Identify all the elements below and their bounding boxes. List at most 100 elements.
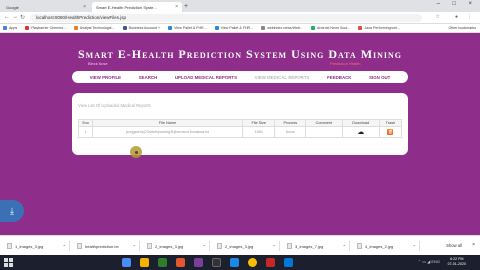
tab-google[interactable]: Google ×: [2, 2, 90, 12]
download-label: healthprediction.txt: [85, 243, 119, 249]
web-page: Smart E-Health Prediction System Using D…: [0, 33, 480, 235]
menu-item-view-profile[interactable]: VIEW PROFILE: [90, 75, 121, 80]
bookmark-label: Apps: [9, 26, 18, 30]
taskbar-app-icon[interactable]: [284, 258, 293, 267]
bookmark-icon: [3, 26, 7, 30]
address-bar: ← → ↻ localhost:8080/HealthPrediction/vi…: [0, 12, 480, 24]
bookmark-item[interactable]: View Pallet & FHR...: [214, 26, 254, 30]
download-label: 4_images_2.jpg: [365, 243, 394, 249]
url-field[interactable]: localhost:8080/HealthPrediction/viewFile…: [30, 14, 422, 22]
bookmark-label: View Pallet & FHR...: [220, 26, 254, 30]
menu-icon[interactable]: ⋮: [467, 14, 472, 20]
bookmark-icon: [311, 26, 316, 30]
download-item[interactable]: 4_images_2.jpg ⌃: [354, 241, 420, 251]
column-header: File Name: [92, 119, 243, 127]
back-icon[interactable]: ←: [4, 14, 10, 20]
bookmark-item[interactable]: Analyst Technologie...: [73, 26, 115, 30]
table-row: 1 jsmjgwe4zj234rbehjwukhg3hjhsmand bxuak…: [78, 126, 403, 138]
download-item[interactable]: 2_images_3.jpg ⌃: [214, 241, 280, 251]
chevron-up-icon[interactable]: ⌃: [343, 244, 346, 249]
bookmark-item[interactable]: View Pallet & FHR...: [168, 26, 207, 30]
download-label: 2_images_3.jpg: [155, 243, 184, 249]
new-tab-button[interactable]: +: [184, 2, 188, 11]
bookmark-item[interactable]: Android Neon Sout...: [311, 26, 350, 30]
minimize-icon[interactable]: –: [437, 1, 440, 7]
bookmark-label: webindex.news/Web...: [267, 26, 304, 30]
taskbar-app-icon[interactable]: [212, 258, 221, 267]
download-label: 3_images_7.jpg: [295, 243, 324, 249]
reload-icon[interactable]: ↻: [20, 14, 25, 21]
close-tab-icon[interactable]: ×: [83, 4, 86, 10]
forward-icon[interactable]: →: [12, 14, 18, 20]
menu-item-sign-out[interactable]: SIGN OUT: [369, 75, 390, 80]
chevron-up-icon[interactable]: ⌃: [273, 244, 276, 249]
bookmark-item[interactable]: webindex.news/Web...: [261, 26, 303, 30]
clock-date: 07-01-2020: [447, 262, 466, 266]
trash-icon[interactable]: 🗑: [387, 129, 394, 135]
system-clock[interactable]: 6:22 PM 07-01-2020: [448, 257, 466, 267]
mouse-cursor-highlight: [130, 146, 142, 158]
file-explorer-icon[interactable]: [140, 258, 149, 267]
column-header: Comment: [305, 119, 343, 127]
taskbar-app-icon[interactable]: [122, 258, 131, 267]
tab-label: Smart E-Health Prediction Syste...: [96, 4, 157, 10]
site-title: Smart E-Health Prediction System Using D…: [77, 47, 403, 61]
chevron-up-icon[interactable]: ⌃: [63, 244, 66, 249]
taskbar-app-icon[interactable]: [230, 258, 239, 267]
chevron-up-icon[interactable]: ⌃: [203, 244, 206, 249]
download-item[interactable]: 1_images_3.jpg ⌃: [4, 241, 70, 251]
windows-start-icon[interactable]: [4, 258, 13, 267]
column-header: File Size: [241, 119, 276, 127]
column-header: Process: [274, 119, 307, 127]
site-subtitle: Bleck 6use: [88, 61, 108, 66]
download-label: 1_images_3.jpg: [15, 243, 44, 249]
profile-icon[interactable]: ●: [455, 14, 458, 20]
windows-taskbar: ⌃ ▭ ◢ ENG 6:22 PM 07-01-2020: [0, 255, 480, 270]
bookmark-label: Business Account +: [128, 26, 161, 30]
pdf-icon[interactable]: [266, 258, 275, 267]
download-item[interactable]: healthprediction.txt ⌃: [74, 241, 140, 251]
menu-item-upload-medical-reports[interactable]: UPLOAD MEDICAL REPORTS: [175, 75, 237, 80]
bookmark-label: View Pallet & FHR...: [174, 26, 207, 30]
taskbar-app-icon[interactable]: [194, 258, 203, 267]
close-downloads-icon[interactable]: ×: [472, 242, 475, 248]
chevron-up-icon[interactable]: ⌃: [133, 244, 136, 249]
show-all-button[interactable]: Show all: [446, 243, 462, 248]
download-item[interactable]: 2_images_3.jpg ⌃: [144, 241, 210, 251]
star-icon[interactable]: ☆: [436, 14, 440, 20]
file-icon: [357, 243, 362, 249]
download-icon[interactable]: ⤓: [0, 200, 24, 222]
column-header: Sno: [78, 119, 93, 127]
taskbar-app-icon[interactable]: [176, 258, 185, 267]
file-icon: [217, 243, 222, 249]
menu-item-search[interactable]: SEARCH: [139, 75, 158, 80]
menu-item-feedback[interactable]: FEEDBACK: [327, 75, 351, 80]
bookmark-item[interactable]: Business Account +: [122, 26, 161, 30]
bookmarks-bar: Apps Playbarrier Chemist... Analyst Techno…: [0, 24, 480, 33]
bookmark-icon: [358, 26, 363, 30]
chevron-up-icon[interactable]: ⌃: [413, 244, 416, 249]
chrome-icon[interactable]: [248, 258, 257, 267]
bookmark-icon: [168, 26, 173, 30]
cloud-download-icon[interactable]: ☁: [357, 129, 364, 136]
file-icon: [287, 243, 292, 249]
reports-table: Sno File Name File Size Process Comment Downl…: [78, 119, 403, 138]
maximize-icon[interactable]: □: [452, 1, 456, 7]
bookmark-item[interactable]: Apps: [3, 26, 17, 30]
system-tray-icons[interactable]: ⌃ ▭ ◢ ENG: [418, 259, 440, 264]
close-window-icon[interactable]: ×: [468, 1, 472, 7]
cell-comment: [305, 126, 343, 138]
bookmark-icon: [73, 26, 78, 30]
menu-item-view-medical-reports[interactable]: VIEW MEDICAL REPORTS: [255, 75, 310, 80]
bookmark-icon: [122, 26, 127, 30]
tab-health[interactable]: Smart E-Health Prediction Syste... ×: [92, 2, 182, 12]
bookmark-label: Java Performingrunt...: [364, 26, 400, 30]
bookmark-item[interactable]: Java Performingrunt...: [358, 26, 400, 30]
tab-label: Google: [6, 4, 19, 10]
trash-cell: 🗑: [378, 126, 403, 138]
close-tab-icon[interactable]: ×: [175, 4, 178, 10]
taskbar-app-icon[interactable]: [158, 258, 167, 267]
bookmark-item[interactable]: Playbarrier Chemist...: [25, 26, 66, 30]
download-item[interactable]: 3_images_7.jpg ⌃: [284, 241, 350, 251]
other-bookmarks[interactable]: Other bookmarks: [448, 26, 476, 30]
